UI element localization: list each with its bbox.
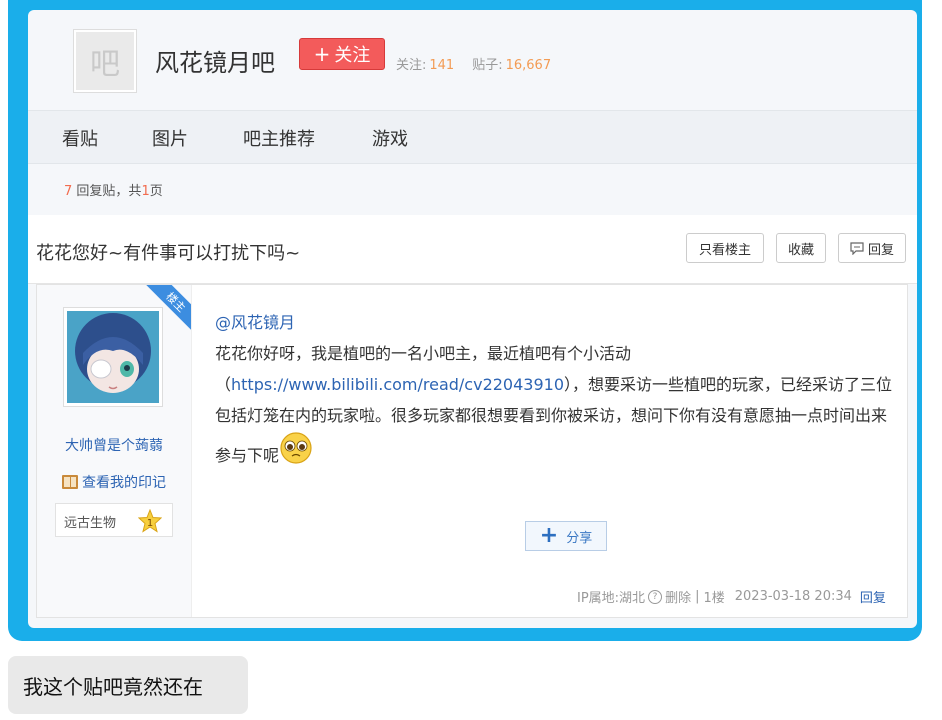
only-op-button[interactable]: 只看楼主 (686, 233, 764, 263)
imprint-link[interactable]: 查看我的印记 (61, 472, 166, 492)
share-button[interactable]: + 分享 (525, 521, 607, 551)
forum-header: 吧 风花镜月吧 + 关注 关注: 141 贴子: 16,667 (28, 10, 917, 110)
post-reply-link[interactable]: 回复 (860, 587, 886, 606)
thread-reply-button[interactable]: 回复 (838, 233, 906, 263)
forum-avatar[interactable]: 吧 (74, 30, 136, 92)
author-column: 楼主 大帅曾是个蒟蒻 查看我的印记 远古生物 1 (37, 285, 192, 617)
chat-message-bubble: 我这个贴吧竟然还在 (8, 656, 248, 714)
comment-icon (850, 241, 864, 255)
forum-stats: 关注: 141 贴子: 16,667 (396, 54, 569, 73)
ip-location: IP属地:湖北 (577, 591, 646, 606)
posts-label: 贴子: (472, 58, 503, 73)
reply-count-info: 7 回复贴，共1页 (64, 180, 163, 199)
posts-count: 16,667 (505, 58, 552, 73)
forum-nav: 看贴 图片 吧主推荐 游戏 (28, 110, 917, 164)
post-content: @风花镜月 花花你好呀，我是植吧的一名小吧主，最近植吧有个小活动（https:/… (215, 307, 895, 471)
mention-link[interactable]: @风花镜月 (215, 307, 895, 338)
level-name: 远古生物 (64, 516, 117, 531)
share-label: 分享 (566, 530, 593, 546)
footer-separator: | (695, 589, 700, 604)
floor-number: 1楼 (703, 591, 725, 606)
thread-reply-label: 回复 (867, 242, 894, 258)
level-number: 1 (147, 518, 153, 529)
author-avatar[interactable] (63, 307, 163, 407)
thread-title: 花花您好~有件事可以打扰下吗~ (36, 243, 301, 264)
post-text: 花花你好呀，我是植吧的一名小吧主，最近植吧有个小活动（https://www.b… (215, 338, 895, 471)
author-name[interactable]: 大帅曾是个蒟蒻 (37, 435, 191, 455)
book-icon (62, 475, 78, 489)
pleading-emoji-icon (280, 432, 312, 464)
forum-name[interactable]: 风花镜月吧 (155, 43, 275, 78)
favorite-button[interactable]: 收藏 (776, 233, 826, 263)
tab-recommended[interactable]: 吧主推荐 (243, 125, 315, 151)
level-star-icon: 1 (138, 509, 162, 533)
reply-text-end: 页 (149, 184, 163, 199)
delete-link[interactable]: 删除 (665, 587, 691, 606)
tab-games[interactable]: 游戏 (372, 125, 408, 151)
reply-count: 7 (64, 184, 73, 199)
reply-text-mid: 回复贴，共 (76, 184, 142, 199)
followers-label: 关注: (396, 58, 427, 73)
post-timestamp: 2023-03-18 20:34 (734, 589, 852, 604)
member-level[interactable]: 远古生物 1 (55, 503, 173, 537)
tab-posts[interactable]: 看贴 (62, 125, 98, 151)
follow-button[interactable]: + 关注 (299, 38, 385, 70)
question-icon[interactable]: ? (648, 589, 663, 604)
page-count: 1 (141, 184, 150, 199)
tieba-panel: 吧 风花镜月吧 + 关注 关注: 141 贴子: 16,667 看贴 图片 吧主推荐 … (28, 10, 917, 628)
plus-icon: + (313, 42, 331, 66)
tab-images[interactable]: 图片 (152, 125, 188, 151)
imprint-label: 查看我的印记 (82, 475, 166, 491)
post-footer: IP属地:湖北 ? 删除 | 1楼 2023-03-18 20:34 回复 (577, 587, 886, 606)
post-floor-1: 楼主 大帅曾是个蒟蒻 查看我的印记 远古生物 1 @风花镜月 花花你好呀，我是植… (36, 284, 908, 618)
bilibili-link[interactable]: https://www.bilibili.com/read/cv22043910 (231, 375, 564, 394)
screenshot-frame: 吧 风花镜月吧 + 关注 关注: 141 贴子: 16,667 看贴 图片 吧主推荐 … (8, 0, 922, 641)
avatar-image (67, 311, 159, 403)
plus-icon: + (539, 523, 559, 548)
follow-label: 关注 (334, 45, 371, 66)
followers-count: 141 (429, 58, 455, 73)
thread-title-bar: 花花您好~有件事可以打扰下吗~ 只看楼主 收藏 回复 (28, 215, 917, 284)
